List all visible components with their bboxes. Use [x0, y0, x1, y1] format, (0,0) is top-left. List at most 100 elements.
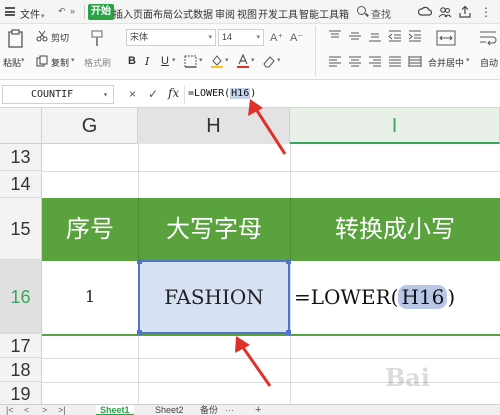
font-color-icon[interactable] — [236, 54, 250, 68]
align-top-icon[interactable] — [328, 30, 342, 42]
align-right-icon[interactable] — [368, 55, 382, 67]
cell-h16-value: FASHION — [164, 285, 264, 309]
align-bottom-icon[interactable] — [368, 30, 382, 42]
first-sheet-icon[interactable]: |< — [6, 405, 14, 415]
sheet-tab-backup[interactable]: 备份 — [200, 405, 218, 415]
align-left-icon[interactable] — [328, 55, 342, 67]
chevron-down-icon[interactable]: ▾ — [199, 56, 203, 64]
tab-insert[interactable]: 插入 — [113, 6, 133, 21]
last-sheet-icon[interactable]: >| — [58, 405, 66, 415]
chevron-down-icon[interactable]: ▾ — [71, 56, 75, 64]
cancel-formula-icon[interactable]: × — [129, 87, 136, 101]
file-menu-label: 文件 — [20, 10, 40, 21]
row-header-19[interactable]: 19 — [0, 382, 42, 404]
underline-button[interactable]: U — [161, 55, 169, 67]
select-all-corner[interactable] — [0, 108, 42, 144]
cell-g16[interactable]: 1 — [42, 260, 138, 334]
font-name-select[interactable]: 宋体 ▾ — [126, 29, 216, 46]
selection-handle[interactable] — [137, 330, 142, 335]
cell-g15[interactable]: 序号 — [42, 198, 138, 260]
ribbon-toolbar: 粘贴 ▾ 剪切 复制 ▾ 格式刷 宋体 ▾ 14 ▾ A⁺ A⁻ B I U ▾ ▾… — [0, 24, 500, 80]
scissors-icon — [36, 30, 48, 42]
shrink-font-button[interactable]: A⁻ — [290, 31, 303, 44]
font-size-select[interactable]: 14 ▾ — [218, 29, 264, 46]
bold-button[interactable]: B — [128, 55, 136, 67]
search-label: 查找 — [371, 10, 391, 21]
indent-increase-icon[interactable] — [408, 30, 422, 42]
sheet-tab-sheet1[interactable]: Sheet1 — [96, 405, 134, 415]
row-header-16[interactable]: 16 — [0, 260, 42, 334]
name-box[interactable]: COUNTIF ▾ — [2, 85, 114, 104]
fill-color-icon[interactable] — [210, 54, 224, 68]
column-header-g[interactable]: G — [42, 108, 138, 144]
justify-icon[interactable] — [388, 55, 402, 67]
chevron-down-icon[interactable]: ▾ — [225, 56, 229, 64]
tab-developer[interactable]: 开发工具 — [258, 6, 298, 21]
cloud-sync-icon[interactable] — [418, 5, 432, 19]
copy-icon — [36, 55, 48, 67]
selection-handle[interactable] — [137, 259, 142, 264]
cell-i15[interactable]: 转换成小写 — [290, 198, 500, 260]
hamburger-menu-icon[interactable] — [5, 7, 15, 16]
italic-button[interactable]: I — [145, 55, 149, 68]
tab-review[interactable]: 审阅 — [215, 6, 235, 21]
chevron-down-icon[interactable]: ▾ — [172, 56, 176, 64]
tab-formulas[interactable]: 公式 — [173, 6, 193, 21]
cell-h16-selected[interactable]: FASHION — [137, 259, 291, 335]
tab-page-layout[interactable]: 页面布局 — [133, 6, 173, 21]
chevron-down-icon[interactable]: ▾ — [466, 56, 470, 64]
row-header-18[interactable]: 18 — [0, 358, 42, 382]
file-menu[interactable]: 文件▾ — [20, 6, 45, 21]
more-options-icon[interactable]: ⋮ — [480, 5, 492, 19]
wrap-text-button[interactable]: 自动 — [480, 56, 498, 69]
border-icon[interactable] — [184, 55, 197, 68]
column-header-i[interactable]: I — [290, 108, 500, 144]
format-painter-button[interactable]: 格式刷 — [84, 56, 111, 69]
search-button[interactable]: 查找 — [355, 3, 410, 21]
next-sheet-icon[interactable]: > — [42, 405, 47, 415]
chevron-down-icon[interactable]: ▾ — [277, 56, 281, 64]
distributed-align-icon[interactable] — [408, 55, 422, 67]
ribbon-divider — [315, 26, 316, 76]
row-header-17[interactable]: 17 — [0, 334, 42, 358]
tab-home[interactable]: 开始 — [88, 4, 114, 20]
collaborate-icon[interactable] — [438, 5, 452, 19]
tab-data[interactable]: 数据 — [193, 6, 213, 21]
redo-icon[interactable]: » — [70, 6, 75, 16]
undo-icon[interactable]: ↶ — [58, 6, 66, 17]
cell-i16-editing[interactable]: =LOWER(H16) — [290, 260, 500, 334]
tab-view[interactable]: 视图 — [237, 6, 257, 21]
cut-button[interactable]: 剪切 — [51, 31, 69, 44]
row-header-15[interactable]: 15 — [0, 198, 42, 260]
name-box-value: COUNTIF — [31, 89, 74, 100]
row-header-14[interactable]: 14 — [0, 171, 42, 198]
align-center-icon[interactable] — [348, 55, 362, 67]
red-arrow-to-formula-icon — [248, 99, 287, 155]
grow-font-button[interactable]: A⁺ — [270, 31, 283, 44]
confirm-formula-icon[interactable]: ✓ — [148, 87, 158, 101]
tab-smart-toolbox[interactable]: 智能工具箱 — [299, 6, 349, 21]
format-painter-icon — [91, 30, 103, 46]
chevron-down-icon[interactable]: ▾ — [251, 56, 255, 64]
chevron-down-icon[interactable]: ▾ — [103, 86, 108, 103]
cell-i16-formula: =LOWER( — [294, 285, 399, 309]
wrap-text-icon — [480, 31, 497, 46]
paste-icon[interactable] — [6, 29, 26, 49]
share-icon[interactable] — [458, 5, 472, 19]
merge-center-button[interactable]: 合并居中 — [428, 56, 464, 69]
prev-sheet-icon[interactable]: < — [24, 405, 29, 415]
copy-button[interactable]: 复制 — [51, 56, 69, 69]
add-sheet-button[interactable]: + — [255, 404, 261, 415]
paste-label[interactable]: 粘贴 — [3, 56, 21, 69]
formula-input[interactable]: =LOWER(H16) — [184, 85, 500, 104]
chevron-down-icon[interactable]: ▾ — [21, 56, 25, 64]
sheet-tab-sheet2[interactable]: Sheet2 — [155, 405, 184, 415]
align-middle-icon[interactable] — [348, 30, 362, 42]
row-header-13[interactable]: 13 — [0, 144, 42, 171]
font-size-value: 14 — [222, 32, 233, 42]
indent-decrease-icon[interactable] — [388, 30, 402, 42]
insert-function-button[interactable]: fx — [168, 86, 179, 100]
more-sheets-button[interactable]: ··· — [225, 405, 234, 415]
cell-h15[interactable]: 大写字母 — [138, 198, 290, 260]
eraser-icon[interactable] — [262, 54, 276, 68]
